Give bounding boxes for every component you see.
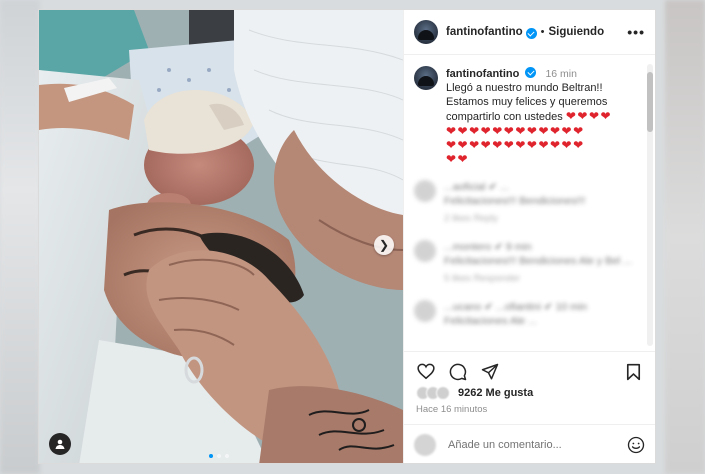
save-button[interactable]	[623, 362, 643, 382]
comment-body: Felicitaciones!!! Bendiciones!!!	[444, 195, 586, 207]
likes-count[interactable]: 9262 Me gusta	[458, 387, 533, 399]
separator-dot: •	[540, 26, 545, 38]
following-button[interactable]: Siguiendo	[549, 26, 605, 38]
scrollbar-thumb[interactable]	[647, 72, 653, 132]
likes-summary[interactable]: 9262 Me gusta	[416, 386, 533, 400]
heart-emoji-group: ❤❤❤❤	[565, 109, 613, 123]
carousel-dot	[217, 454, 221, 458]
add-comment-bar	[404, 424, 655, 463]
heart-emoji-row: ❤❤❤❤❤❤❤❤❤❤❤❤	[446, 138, 585, 152]
comments-scrollbar[interactable]	[647, 64, 653, 346]
carousel-indicator	[209, 454, 229, 458]
comment-item: ...aoficial ✔ ... Felicitaciones!!! Bend…	[414, 180, 645, 226]
carousel-dot-active	[209, 454, 213, 458]
share-icon	[481, 363, 499, 379]
comment-author: ...aoficial ✔ ...	[444, 181, 509, 193]
post-sidebar: fantinofantino • Siguiendo ••• fantinofa…	[403, 10, 655, 463]
backdrop-left	[0, 0, 40, 474]
commenter-avatar	[414, 180, 436, 202]
author-username[interactable]: fantinofantino	[446, 26, 523, 38]
user-tag-icon	[55, 439, 65, 449]
backdrop-right	[665, 0, 705, 474]
tagged-users-button[interactable]	[49, 433, 71, 455]
instagram-post: ❯ fantinofantino • Siguiendo ••• fantino…	[38, 9, 656, 464]
comment-author: ...ucano ✔ ...ofiantini ✔ 10 min	[444, 301, 588, 313]
comment-button[interactable]	[448, 362, 468, 382]
newborn-photo	[39, 10, 403, 463]
emoji-icon	[627, 436, 645, 454]
comment-author: ...montero ✔ 9 min	[444, 241, 532, 253]
caption-line-2: Estamos muy felices y queremos	[446, 96, 608, 108]
current-user-avatar	[414, 434, 436, 456]
comment-meta: 5 likes Responder	[444, 273, 521, 284]
heart-icon	[417, 363, 435, 380]
comment-item: ...montero ✔ 9 min Felicitaciones!!! Ben…	[414, 240, 645, 286]
verified-badge-icon	[525, 27, 537, 39]
heart-emoji-row: ❤❤	[446, 152, 470, 166]
comment-meta: 2 likes Reply	[444, 213, 498, 224]
share-button[interactable]	[480, 362, 500, 382]
liker-avatar	[436, 386, 450, 400]
caption-line-1: Llegó a nuestro mundo Beltran!!	[446, 82, 603, 94]
liker-avatars	[416, 386, 450, 400]
comment-body: Felicitaciones!!! Bendiciones Ale y Bel …	[444, 255, 632, 267]
post-caption: fantinofantino 16 min Llegó a nuestro mu…	[414, 66, 645, 166]
post-timestamp: Hace 16 minutos	[416, 404, 488, 415]
comment-icon	[449, 363, 467, 380]
comments-list[interactable]: fantinofantino 16 min Llegó a nuestro mu…	[404, 56, 655, 346]
caption-time: 16 min	[545, 68, 577, 80]
post-photo[interactable]: ❯	[39, 10, 403, 463]
like-button[interactable]	[416, 362, 436, 382]
caption-line-3: compartirlo con ustedes	[446, 111, 563, 123]
commenter-avatar	[414, 300, 436, 322]
carousel-next-button[interactable]: ❯	[374, 235, 394, 255]
commenter-avatar	[414, 240, 436, 262]
post-header: fantinofantino • Siguiendo •••	[404, 10, 655, 55]
bookmark-icon	[626, 363, 640, 380]
emoji-button[interactable]	[627, 436, 645, 454]
author-avatar[interactable]	[414, 20, 438, 44]
comment-item: ...ucano ✔ ...ofiantini ✔ 10 min Felicit…	[414, 300, 645, 328]
post-actions	[404, 351, 655, 391]
carousel-dot	[225, 454, 229, 458]
more-options-icon[interactable]: •••	[627, 24, 645, 40]
verified-badge-icon	[525, 67, 537, 78]
caption-author-avatar[interactable]	[414, 66, 438, 90]
comment-body: Felicitaciones Ale ...	[444, 315, 537, 327]
chevron-right-icon: ❯	[378, 238, 390, 252]
caption-author-username[interactable]: fantinofantino	[446, 68, 519, 80]
heart-emoji-row: ❤❤❤❤❤❤❤❤❤❤❤❤	[446, 124, 585, 138]
comment-input[interactable]	[448, 439, 627, 451]
